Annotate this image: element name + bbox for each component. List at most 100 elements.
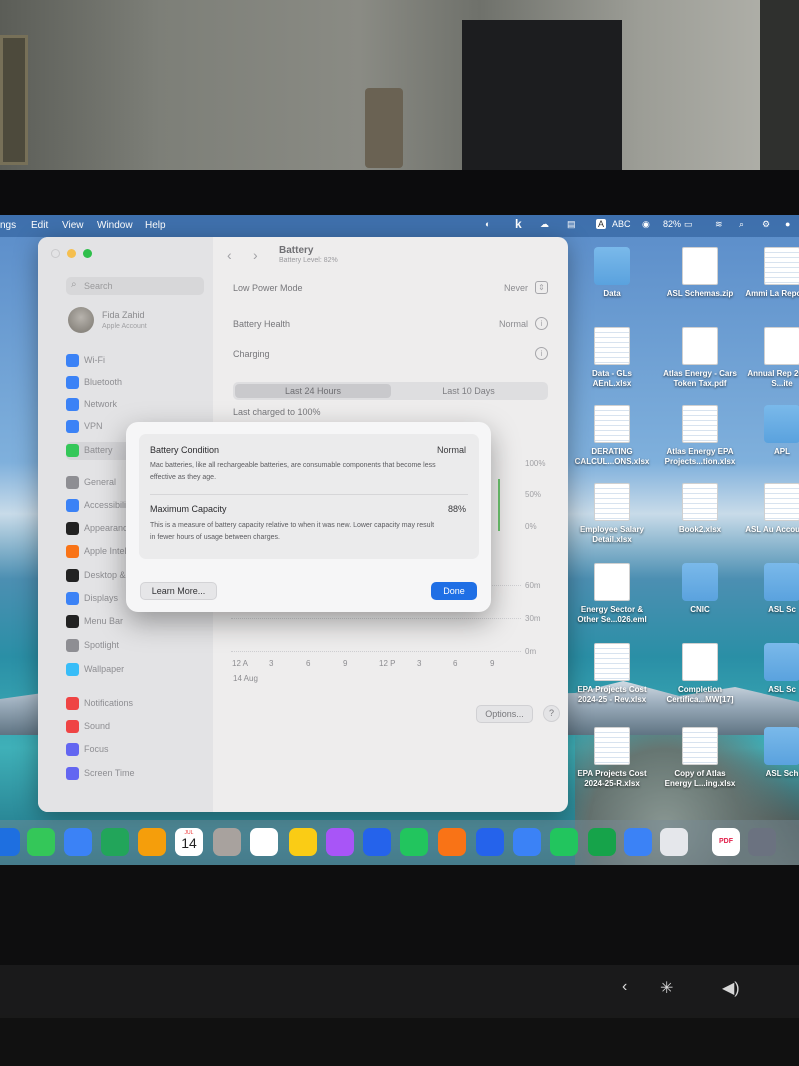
control-center-icon[interactable]: ⚙ [762,219,770,230]
notes-app-icon[interactable] [289,828,317,856]
desktop-file-icon[interactable]: Ammi La Reports.p [742,247,799,317]
outlook-app-icon[interactable] [476,828,504,856]
system-settings-app-icon[interactable] [748,828,776,856]
mail-app-icon[interactable] [64,828,92,856]
options-button[interactable]: Options... [476,705,533,723]
desktop-file-icon[interactable]: Data - GLs AEnL.xlsx [572,327,652,397]
desktop-file-icon[interactable]: Copy of Atlas Energy L...ing.xlsx [660,727,740,797]
desktop-file-icon[interactable]: ASL Au Accounts 2 [742,483,799,553]
x-tick: 6 [453,659,458,668]
menu-bar: ngs Edit View Window Help ◐ k ☁ ▤ A ABC … [0,215,799,237]
low-power-select[interactable]: Never [504,283,528,293]
excel-app-icon[interactable] [588,828,616,856]
messages-app-icon[interactable] [27,828,55,856]
desktop-file-icon[interactable]: ASL Sch [742,727,799,797]
k-app-icon[interactable]: k [515,217,522,231]
keynote-app-icon[interactable] [363,828,391,856]
desktop-file-icon[interactable]: APL [742,405,799,475]
input-source[interactable]: ABC [612,219,631,229]
calendar-app-icon[interactable]: JUL 14 [175,828,203,856]
sidebar-item[interactable]: Network [66,396,206,414]
desktop-file-icon[interactable]: Book2.xlsx [660,483,740,553]
menu-app[interactable]: ngs [0,220,16,231]
maps-app-icon[interactable] [101,828,129,856]
roblox-app-icon[interactable] [660,828,688,856]
cloud-icon[interactable]: ☁ [540,219,549,230]
pdf-icon [764,327,799,365]
desktop-file-icon[interactable]: Employee Salary Detail.xlsx [572,483,652,553]
toggle-icon[interactable]: ◐ [485,219,490,229]
tab-last-10-days[interactable]: Last 10 Days [391,384,546,398]
desktop-file-label: Book2.xlsx [678,525,722,534]
search-input[interactable]: ⌕ Search [66,277,204,295]
input-a-icon[interactable]: A [596,219,607,229]
done-button[interactable]: Done [431,582,477,600]
desktop-file-icon[interactable]: Data [572,247,652,317]
sidebar-item[interactable]: Wallpaper [66,661,206,679]
desktop-file-icon[interactable]: Energy Sector & Other Se...026.eml [572,563,652,633]
pdf-menu-icon[interactable]: ▤ [567,219,576,230]
zoom-button[interactable] [83,249,92,258]
photos-app-icon[interactable] [138,828,166,856]
app-store-app-icon[interactable] [513,828,541,856]
desktop-file-icon[interactable]: Atlas Energy EPA Projects...tion.xlsx [660,405,740,475]
siri-icon[interactable]: ● [785,219,790,229]
touchbar-brightness-icon[interactable]: ✳ [660,978,673,998]
contacts-app-icon[interactable] [213,828,241,856]
info-icon[interactable]: i [535,317,548,330]
chevron-updown-icon[interactable]: ⇕ [535,281,548,294]
reminders-app-icon[interactable] [250,828,278,856]
battery-icon[interactable]: ▭ [684,219,693,230]
desktop-file-icon[interactable]: Annual Rep 2024 - S...ite [742,327,799,397]
sidebar-item[interactable]: Screen Time [66,765,206,783]
desktop-file-icon[interactable]: ASL Sc [742,563,799,633]
wifi-icon[interactable]: ≋ [715,219,723,230]
desktop-file-icon[interactable]: EPA Projects Cost 2024-25 - Rev.xlsx [572,643,652,713]
user-switch-icon[interactable]: ◉ [642,219,650,230]
desktop-file-icon[interactable]: Atlas Energy - Cars Token Tax.pdf [660,327,740,397]
remote-desktop-app-icon[interactable] [624,828,652,856]
search-icon[interactable]: ⌕ [739,219,744,230]
back-icon[interactable]: ‹ [227,247,232,263]
sidebar-item-icon [66,615,79,628]
sidebar-item[interactable]: Focus [66,741,206,759]
menu-window[interactable]: Window [97,220,133,231]
profile[interactable]: Fida Zahid Apple Account [68,307,208,337]
desktop-file-icon[interactable]: ASL Sc [742,643,799,713]
help-button[interactable]: ? [543,705,560,722]
numbers-app-icon[interactable] [400,828,428,856]
touchbar-chevron-icon[interactable]: ‹ [622,978,627,996]
desktop-file-icon[interactable]: CNIC [660,563,740,633]
pages-app-icon[interactable] [438,828,466,856]
desktop-file-icon[interactable]: DERATING CALCUL...ONS.xlsx [572,405,652,475]
photo-scene: ngs Edit View Window Help ◐ k ☁ ▤ A ABC … [0,0,799,1066]
sidebar-item-icon [66,639,79,652]
pdf-app-icon[interactable]: PDF [712,828,740,856]
sidebar-item[interactable]: Menu Bar [66,613,206,631]
sidebar-item[interactable]: Sound [66,718,206,736]
touchbar-volume-icon[interactable]: ◀) [722,978,740,998]
forward-icon[interactable]: › [253,247,258,263]
podcasts-app-icon[interactable] [326,828,354,856]
battery-percent[interactable]: 82% [663,219,681,229]
menu-help[interactable]: Help [145,220,166,231]
sidebar-item[interactable]: Bluetooth [66,374,206,392]
tab-last-24-hours[interactable]: Last 24 Hours [235,384,391,398]
desktop-file-icon[interactable]: Completion Certifica...MW[17] [660,643,740,713]
divider [150,494,468,495]
sidebar-item[interactable]: Spotlight [66,637,206,655]
desktop-file-icon[interactable]: EPA Projects Cost 2024-25-R.xlsx [572,727,652,797]
menu-view[interactable]: View [62,220,84,231]
minimize-button[interactable] [67,249,76,258]
safari-app-icon[interactable] [0,828,20,856]
sidebar-item-label: Menu Bar [84,616,124,626]
desktop-file-icon[interactable]: ASL Schemas.zip [660,247,740,317]
menu-edit[interactable]: Edit [31,220,48,231]
learn-more-button[interactable]: Learn More... [140,582,217,600]
charging-info-icon[interactable]: i [535,347,548,360]
whatsapp-app-icon[interactable] [550,828,578,856]
sidebar-item[interactable]: Notifications [66,695,206,713]
chart-date: 14 Aug [233,674,258,683]
sidebar-item[interactable]: Wi-Fi [66,352,206,370]
close-button[interactable] [51,249,60,258]
